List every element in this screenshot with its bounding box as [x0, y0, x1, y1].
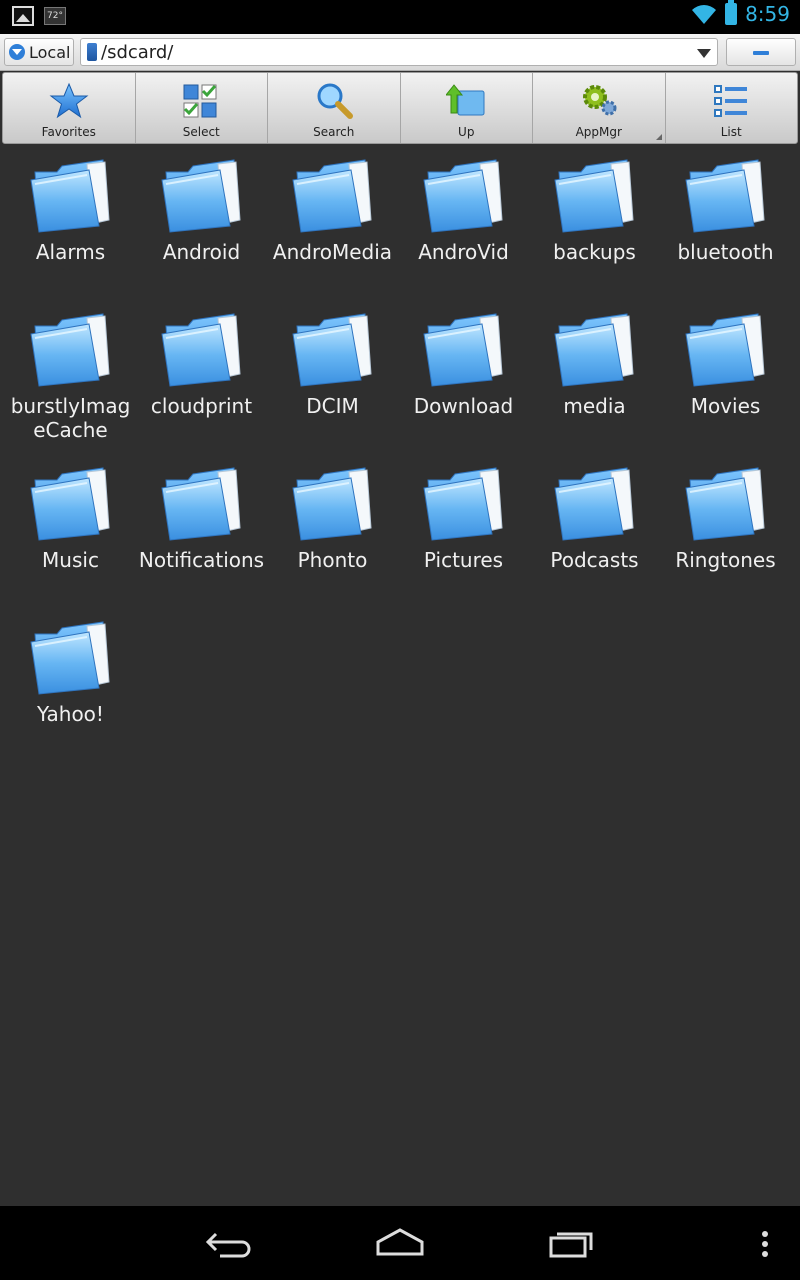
folder-item[interactable]: burstlyImageCache — [5, 304, 136, 458]
folder-icon — [553, 467, 634, 541]
folder-name: bluetooth — [677, 240, 774, 264]
folder-item[interactable]: AndroMedia — [267, 150, 398, 304]
folder-icon — [29, 313, 110, 387]
status-bar: 72° 8:59 — [0, 0, 800, 34]
folder-icon — [160, 467, 241, 541]
folder-item[interactable]: AndroVid — [398, 150, 529, 304]
folder-item[interactable]: Podcasts — [529, 458, 660, 612]
back-icon[interactable] — [200, 1224, 260, 1264]
folder-name: Phonto — [297, 548, 368, 572]
select-label: Select — [182, 125, 220, 139]
folder-item[interactable]: Notifications — [136, 458, 267, 612]
battery-icon — [725, 0, 738, 25]
folder-item[interactable]: bluetooth — [660, 150, 791, 304]
chevron-down-icon — [9, 44, 25, 60]
search-label: Search — [313, 125, 355, 139]
folder-icon — [291, 467, 372, 541]
folder-icon — [29, 159, 110, 233]
path-text: /sdcard/ — [101, 41, 174, 63]
list-icon — [714, 85, 748, 117]
location-bar: Local /sdcard/ — [0, 34, 800, 71]
folder-grid: Alarms Android AndroMedia AndroVid backu… — [5, 150, 795, 766]
up-label: Up — [458, 125, 475, 139]
folder-item[interactable]: Yahoo! — [5, 612, 136, 766]
appmgr-button[interactable]: AppMgr — [533, 73, 666, 143]
folder-name: Download — [413, 394, 514, 418]
folder-icon — [684, 467, 765, 541]
folder-name: Ringtones — [675, 548, 776, 572]
folder-icon — [553, 159, 634, 233]
recent-apps-icon[interactable] — [541, 1224, 601, 1264]
folder-name: Pictures — [423, 548, 504, 572]
folder-icon — [291, 159, 372, 233]
collapse-button[interactable] — [726, 38, 796, 66]
folder-name: backups — [553, 240, 636, 264]
folder-name: DCIM — [306, 394, 359, 418]
image-icon — [12, 6, 34, 26]
clock: 8:59 — [745, 2, 790, 26]
folder-icon — [422, 313, 503, 387]
checklist-icon — [183, 84, 217, 118]
navigation-bar — [0, 1206, 800, 1280]
folder-item[interactable]: Download — [398, 304, 529, 458]
dropdown-arrow-icon[interactable] — [697, 49, 711, 58]
sdcard-icon — [87, 43, 97, 61]
folder-item[interactable]: Alarms — [5, 150, 136, 304]
folder-icon — [29, 621, 110, 695]
folder-item[interactable]: Pictures — [398, 458, 529, 612]
folder-name: cloudprint — [150, 394, 253, 418]
folder-name: Yahoo! — [37, 702, 104, 726]
folder-item[interactable]: Movies — [660, 304, 791, 458]
folder-icon — [422, 159, 503, 233]
folder-name: Music — [42, 548, 99, 572]
search-button[interactable]: Search — [268, 73, 401, 143]
folder-icon — [684, 159, 765, 233]
appmgr-label: AppMgr — [575, 125, 622, 139]
overflow-menu-icon[interactable] — [755, 1224, 775, 1264]
folder-icon — [422, 467, 503, 541]
home-icon[interactable] — [370, 1224, 430, 1264]
folder-icon — [160, 159, 241, 233]
favorites-button[interactable]: Favorites — [3, 73, 136, 143]
folder-item[interactable]: DCIM — [267, 304, 398, 458]
folder-item[interactable]: Ringtones — [660, 458, 791, 612]
folder-icon — [29, 467, 110, 541]
gears-icon — [582, 85, 617, 116]
folder-item[interactable]: backups — [529, 150, 660, 304]
folder-name: Notifications — [138, 548, 265, 572]
folder-icon — [291, 313, 372, 387]
temperature-badge: 72° — [44, 7, 66, 25]
folder-name: burstlyImageCache — [10, 394, 131, 442]
more-indicator-icon — [655, 134, 662, 140]
list-label: List — [720, 125, 742, 139]
up-folder-icon — [446, 84, 485, 116]
folder-name: AndroVid — [418, 240, 509, 264]
wifi-icon — [692, 5, 717, 24]
folder-icon — [553, 313, 634, 387]
folder-item[interactable]: Phonto — [267, 458, 398, 612]
path-dropdown[interactable]: /sdcard/ — [80, 38, 718, 66]
folder-icon — [160, 313, 241, 387]
select-button[interactable]: Select — [136, 73, 268, 143]
folder-name: Alarms — [35, 240, 106, 264]
star-icon — [49, 82, 89, 119]
folder-name: Podcasts — [550, 548, 639, 572]
up-button[interactable]: Up — [401, 73, 533, 143]
source-label: Local — [29, 42, 71, 62]
list-view-button[interactable]: List — [666, 73, 798, 143]
folder-item[interactable]: cloudprint — [136, 304, 267, 458]
folder-name: Android — [162, 240, 241, 264]
folder-name: media — [563, 394, 626, 418]
favorites-label: Favorites — [41, 125, 96, 139]
folder-item[interactable]: media — [529, 304, 660, 458]
magnifier-icon — [317, 83, 353, 119]
folder-item[interactable]: Android — [136, 150, 267, 304]
folder-name: Movies — [690, 394, 761, 418]
folder-icon — [684, 313, 765, 387]
toolbar: Favorites Select Search Up AppMgr List — [2, 72, 798, 144]
folder-item[interactable]: Music — [5, 458, 136, 612]
source-selector-button[interactable]: Local — [4, 38, 74, 66]
folder-name: AndroMedia — [272, 240, 393, 264]
